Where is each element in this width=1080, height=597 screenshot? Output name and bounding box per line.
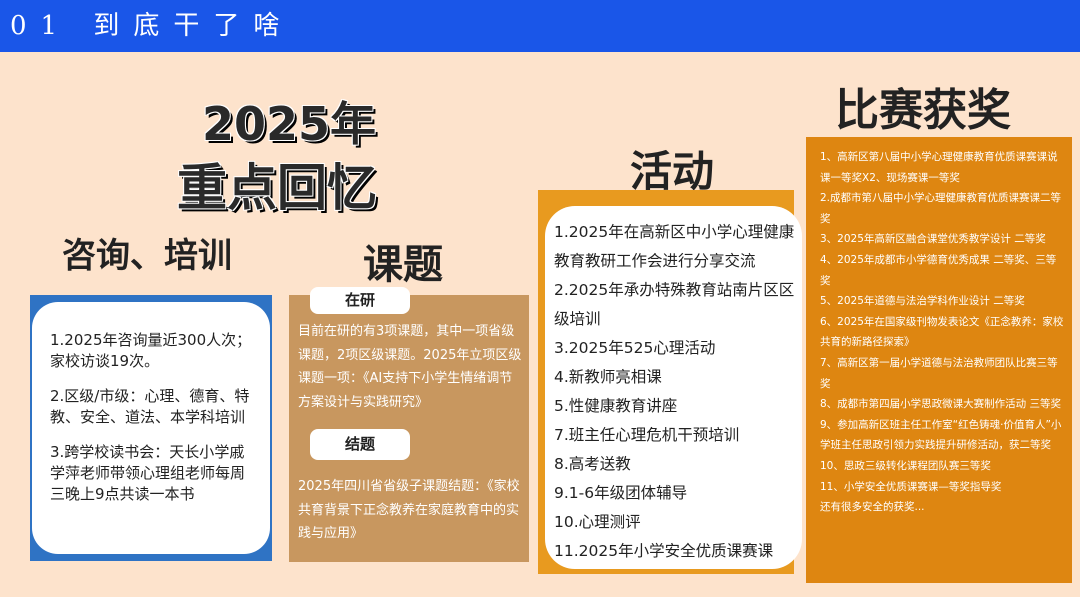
activity-item: 10.心理测评 (554, 513, 641, 531)
research-closed-text: 2025年四川省省级子课题结题：《家校共育背景下正念教养在家庭教育中的实践与应用… (298, 479, 520, 541)
activity-item: 7.班主任心理危机干预培训 (554, 426, 740, 444)
consult-item: 2.区级/市级：心理、德育、特教、安全、道法、本学科培训 (50, 387, 250, 426)
award-item: 9、参加高新区班主任工作室“红色铸魂·价值育人”小学班主任思政引领力实践提升研修… (820, 418, 1062, 452)
consult-card: 1.2025年咨询量近300人次；家校访谈19次。 2.区级/市级：心理、德育、… (32, 302, 270, 554)
activity-item: 8.高考送教 (554, 455, 631, 473)
research-ongoing-label: 在研 (310, 287, 410, 314)
award-item: 6、2025年在国家级刊物发表论文《正念教养：家校共育的新路径探索》 (820, 315, 1064, 349)
research-closed-label: 结题 (310, 429, 410, 460)
activity-item: 4.新教师亮相课 (554, 368, 662, 386)
award-item: 11、小学安全优质课赛课—等奖指导奖 (820, 480, 1002, 493)
activity-item: 11.2025年小学安全优质课赛课 (554, 542, 774, 560)
award-item: 7、高新区第一届小学道德与法治教师团队比赛三等奖 (820, 356, 1058, 390)
award-item: 还有很多安全的获奖... (820, 501, 925, 514)
activity-item: 1.2025年在高新区中小学心理健康教育教研工作会进行分享交流 (554, 223, 795, 270)
header-bar: 01 到底干了啥 (0, 0, 1080, 52)
award-item: 1、高新区第八届中小学心理健康教育优质课赛课说课一等奖X2、现场赛课一等奖 (820, 151, 1058, 184)
award-item: 8、成都市第四届小学思政微课大赛制作活动 三等奖 (820, 398, 1062, 411)
activity-item: 2.2025年承办特殊教育站南片区区级培训 (554, 281, 795, 328)
award-item: 3、2025年高新区融合课堂优秀教学设计 二等奖 (820, 233, 1046, 246)
research-heading: 课题 (363, 242, 443, 288)
awards-box: 1、高新区第八届中小学心理健康教育优质课赛课说课一等奖X2、现场赛课一等奖 2.… (806, 137, 1072, 583)
awards-heading: 比赛获奖 (835, 85, 1011, 136)
activity-item: 3.2025年525心理活动 (554, 339, 716, 357)
award-item: 4、2025年成都市小学德育优秀成果 二等奖、三等奖 (820, 253, 1057, 287)
consult-item: 3.跨学校读书会：天长小学戚学萍老师带领心理组老师每周三晚上9点共读一本书 (50, 443, 246, 503)
award-item: 5、2025年道德与法治学科作业设计 二等奖 (820, 295, 1025, 308)
main-title-line2: 重点回忆 (177, 159, 377, 217)
main-title-line1: 2025年 (202, 97, 377, 151)
award-item: 10、思政三级转化课程团队赛三等奖 (820, 459, 991, 472)
activity-item: 9.1-6年级团体辅导 (554, 484, 688, 502)
activity-card: 1.2025年在高新区中小学心理健康教育教研工作会进行分享交流 2.2025年承… (545, 206, 802, 569)
consult-heading: 咨询、培训 (62, 236, 232, 276)
activity-item: 5.性健康教育讲座 (554, 397, 678, 415)
consult-item: 1.2025年咨询量近300人次；家校访谈19次。 (50, 331, 252, 370)
award-item: 2.成都市第八届中小学心理健康教育优质课赛课二等奖 (820, 192, 1062, 225)
research-ongoing-text: 目前在研的有3项课题，其中一项省级课题，2项区级课题。2025年立项区级课题一项… (298, 324, 522, 410)
page-title: 01 到底干了啥 (10, 11, 294, 41)
